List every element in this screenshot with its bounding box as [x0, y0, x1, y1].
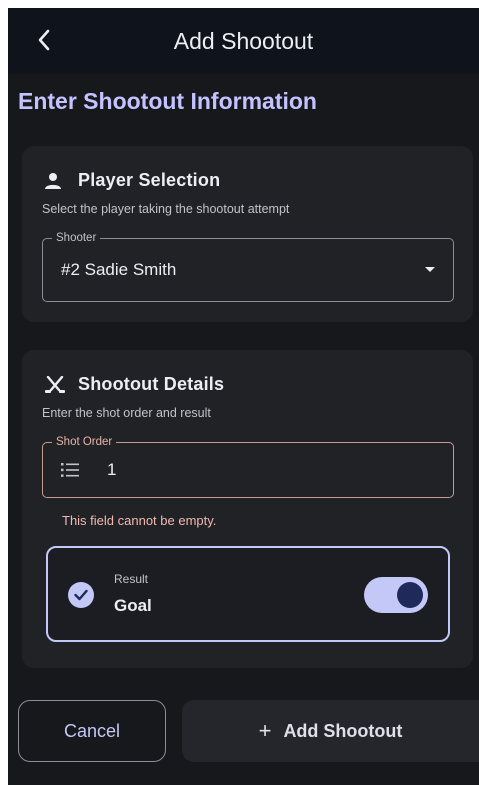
crossed-sticks-icon — [44, 375, 66, 395]
shootout-details-title: Shootout Details — [78, 374, 225, 394]
dropdown-arrow-icon — [425, 267, 435, 272]
person-icon — [44, 171, 66, 191]
result-panel: Result Goal — [46, 546, 450, 642]
shootout-details-card: Shootout Details Enter the shot order an… — [22, 350, 473, 668]
shootout-details-subtitle: Enter the shot order and result — [42, 406, 211, 420]
toggle-knob — [397, 582, 423, 608]
player-selection-heading: Player Selection — [44, 170, 220, 191]
shot-order-label: Shot Order — [52, 435, 117, 449]
result-toggle[interactable] — [364, 577, 428, 613]
screen: Add Shootout Enter Shootout Information … — [8, 8, 479, 785]
list-icon — [61, 463, 79, 482]
shootout-details-heading: Shootout Details — [44, 374, 224, 395]
result-label: Result — [114, 572, 149, 586]
shooter-label: Shooter — [52, 231, 101, 245]
shooter-value: #2 Sadie Smith — [61, 260, 177, 279]
cancel-button[interactable]: Cancel — [18, 700, 166, 762]
result-value: Goal — [114, 596, 152, 615]
page-title: Add Shootout — [173, 28, 314, 54]
add-shootout-button[interactable]: + Add Shootout — [182, 700, 479, 762]
section-title: Enter Shootout Information — [18, 88, 317, 114]
player-selection-subtitle: Select the player taking the shootout at… — [42, 202, 290, 216]
shot-order-value: 1 — [107, 460, 117, 479]
player-selection-card: Player Selection Select the player takin… — [22, 146, 473, 322]
add-shootout-label: Add Shootout — [283, 720, 403, 741]
plus-icon: + — [258, 718, 272, 743]
check-circle-icon — [68, 582, 94, 608]
app-bar: Add Shootout — [8, 8, 479, 74]
shooter-select[interactable]: Shooter #2 Sadie Smith — [42, 231, 454, 302]
shot-order-field[interactable]: Shot Order 1 — [42, 435, 454, 498]
shot-order-error: This field cannot be empty. — [62, 513, 217, 528]
player-selection-title: Player Selection — [78, 170, 221, 190]
